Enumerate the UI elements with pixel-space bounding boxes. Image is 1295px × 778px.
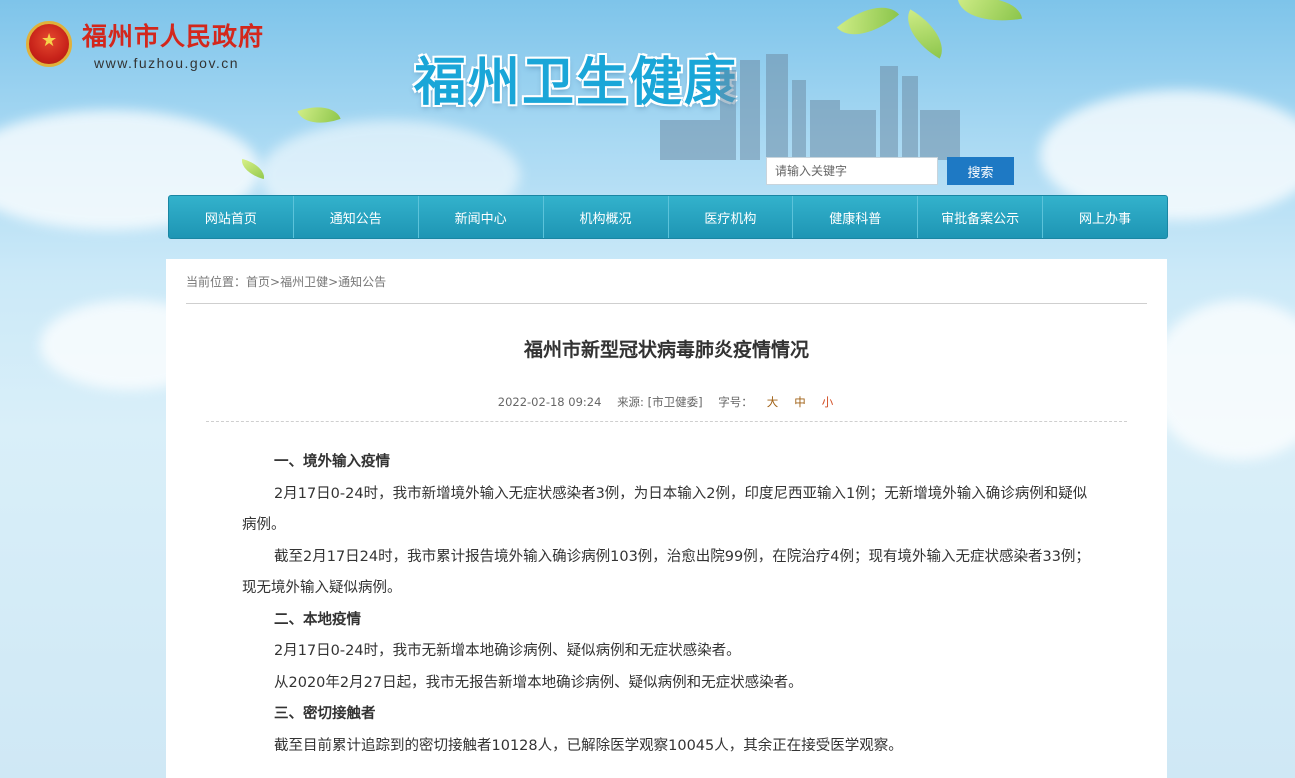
paragraph: 2月17日0-24时，我市新增境外输入无症状感染者3例，为日本输入2例，印度尼西… xyxy=(242,485,1088,534)
gov-url: www.fuzhou.gov.cn xyxy=(94,55,240,71)
breadcrumb-current[interactable]: 通知公告 xyxy=(338,275,386,289)
paragraph: 截至2月17日24时，我市累计报告境外输入确诊病例103例，治愈出院99例，在院… xyxy=(242,548,1090,597)
section-heading: 一、境外输入疫情 xyxy=(274,454,390,470)
nav-item-approval-publicity[interactable]: 审批备案公示 xyxy=(918,196,1044,238)
divider xyxy=(186,303,1147,304)
main-nav: 网站首页 通知公告 新闻中心 机构概况 医疗机构 健康科普 审批备案公示 网上办… xyxy=(168,195,1168,239)
search-button[interactable]: 搜索 xyxy=(947,157,1014,185)
nav-item-notices[interactable]: 通知公告 xyxy=(294,196,419,238)
leaf-decoration xyxy=(836,0,900,51)
font-size-label: 字号： xyxy=(718,395,753,409)
gov-title: 福州市人民政府 xyxy=(82,22,265,51)
search-bar: 搜索 xyxy=(766,157,1014,185)
paragraph: 2月17日0-24时，我市无新增本地确诊病例、疑似病例和无症状感染者。 xyxy=(274,643,741,659)
nav-item-health-education[interactable]: 健康科普 xyxy=(793,196,919,238)
national-emblem-icon xyxy=(26,21,72,67)
breadcrumb-separator: > xyxy=(270,275,281,289)
breadcrumb-home[interactable]: 首页 xyxy=(246,275,270,289)
cloud xyxy=(1150,300,1295,460)
font-size-medium-button[interactable]: 中 xyxy=(794,395,806,409)
search-input[interactable] xyxy=(766,157,938,185)
article-title: 福州市新型冠状病毒肺炎疫情情况 xyxy=(523,339,809,361)
font-size-small-button[interactable]: 小 xyxy=(822,395,834,409)
paragraph: 从2020年2月27日起，我市无报告新增本地确诊病例、疑似病例和无症状感染者。 xyxy=(274,674,803,691)
section-heading: 二、本地疫情 xyxy=(274,611,361,628)
breadcrumb-section[interactable]: 福州卫健 xyxy=(280,275,328,289)
article-body: 一、境外输入疫情 2月17日0-24时，我市新增境外输入无症状感染者3例，为日本… xyxy=(242,447,1094,762)
city-skyline-illustration xyxy=(660,54,960,160)
article-date: 2022-02-18 09:24 xyxy=(497,395,602,409)
breadcrumb: 当前位置：首页>福州卫健>通知公告 xyxy=(186,273,386,290)
font-size-large-button[interactable]: 大 xyxy=(767,395,779,409)
leaf-decoration xyxy=(957,0,1023,29)
article-container: 当前位置：首页>福州卫健>通知公告 福州市新型冠状病毒肺炎疫情情况 2022-0… xyxy=(166,259,1167,778)
nav-item-medical-institutions[interactable]: 医疗机构 xyxy=(669,196,794,238)
section-heading: 三、密切接触者 xyxy=(274,706,376,722)
nav-item-online-services[interactable]: 网上办事 xyxy=(1043,196,1167,238)
paragraph: 截至目前累计追踪到的密切接触者10128人，已解除医学观察10045人，其余正在… xyxy=(274,737,903,754)
nav-item-news[interactable]: 新闻中心 xyxy=(419,196,544,238)
gov-logo[interactable]: 福州市人民政府 www.fuzhou.gov.cn xyxy=(26,18,286,71)
article-meta: 2022-02-18 09:24 来源: [市卫健委] 字号： 大 中 小 xyxy=(166,394,1167,410)
divider xyxy=(206,421,1127,422)
nav-item-about[interactable]: 机构概况 xyxy=(544,196,669,238)
breadcrumb-prefix: 当前位置： xyxy=(186,275,247,289)
article-source: 来源: [市卫健委] xyxy=(617,395,703,409)
nav-item-home[interactable]: 网站首页 xyxy=(169,196,294,238)
breadcrumb-separator: > xyxy=(328,275,339,289)
